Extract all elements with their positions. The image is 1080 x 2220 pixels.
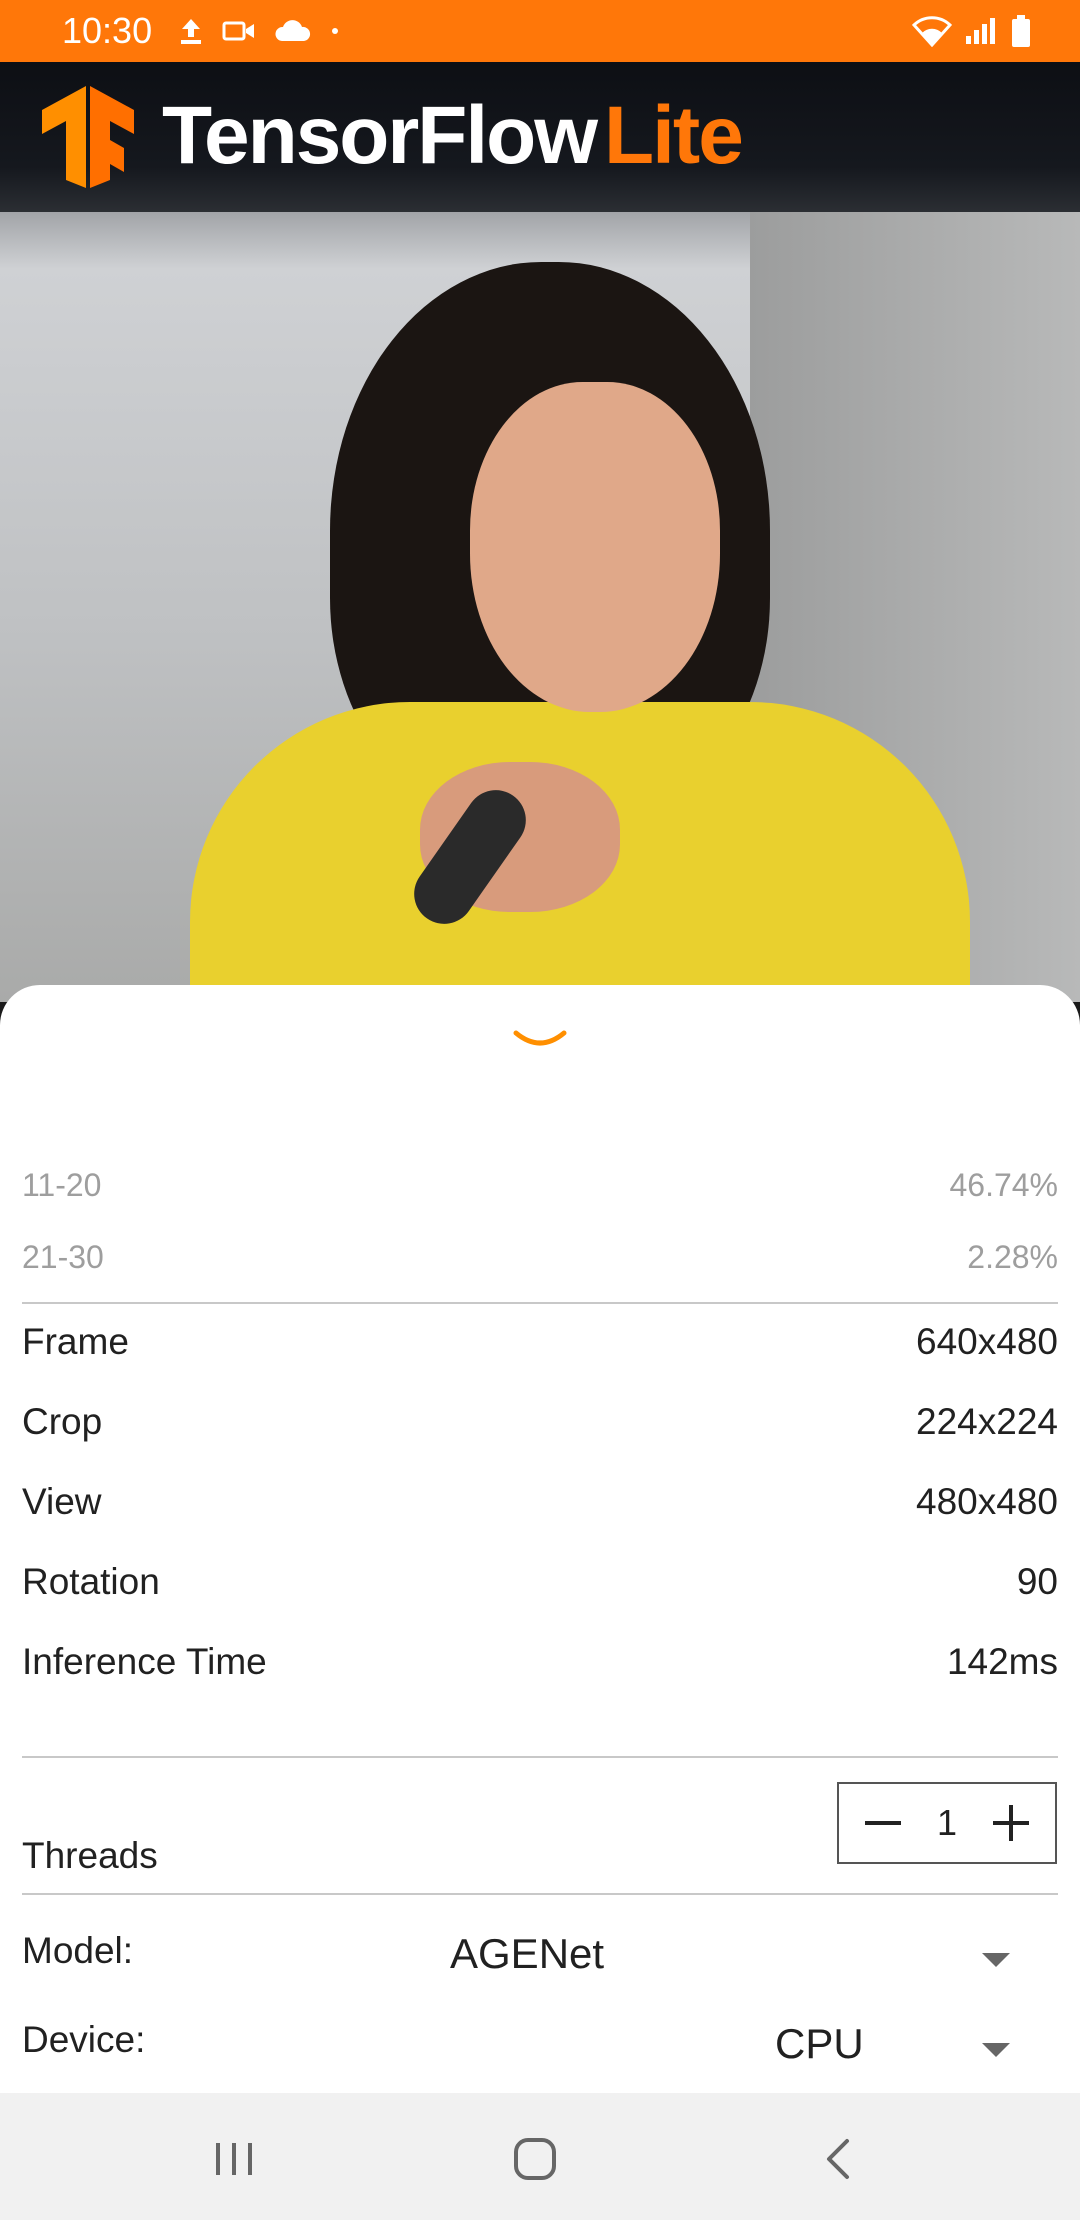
dot-icon: [332, 28, 339, 34]
app-logo: TensorFlow Lite: [40, 84, 744, 188]
model-label: Model:: [22, 1930, 134, 1971]
model-dropdown[interactable]: AGENet: [420, 1915, 1040, 1995]
bottom-sheet: 11-20 46.74% 21-30 2.28% Frame 640x480 C…: [0, 985, 1080, 2093]
minus-icon: [865, 1821, 901, 1825]
status-time: 10:30: [62, 10, 153, 51]
device-label: Device:: [22, 2019, 146, 2060]
crop-value: 224x224: [916, 1401, 1058, 1442]
cloud-icon: [275, 20, 311, 41]
threads-stepper: 1: [837, 1782, 1057, 1864]
divider: [22, 1893, 1058, 1895]
result-label: 11-20: [22, 1167, 102, 1203]
view-value: 480x480: [916, 1481, 1058, 1522]
recent-apps-button[interactable]: [204, 2129, 264, 2189]
frame-row: Frame 640x480: [22, 1321, 1058, 1363]
rotation-label: Rotation: [22, 1561, 160, 1602]
rotation-row: Rotation 90: [22, 1561, 1058, 1603]
threads-label: Threads: [22, 1835, 158, 1876]
result-value: 2.28%: [967, 1239, 1058, 1275]
brand-tensorflow: TensorFlow: [162, 90, 598, 181]
device-dropdown-arrow-icon: [982, 2043, 1010, 2057]
status-bar: 10:30: [0, 0, 1080, 62]
result-row: 21-30 2.28%: [22, 1239, 1058, 1276]
device-dropdown[interactable]: CPU: [720, 2005, 1040, 2085]
brand-lite: Lite: [604, 90, 744, 181]
inference-time-row: Inference Time 142ms: [22, 1641, 1058, 1683]
result-row: 11-20 46.74%: [22, 1167, 1058, 1204]
plus-icon: [993, 1805, 1029, 1841]
inference-time-value: 142ms: [946, 1641, 1058, 1682]
result-label: 21-30: [22, 1239, 104, 1275]
back-button[interactable]: [808, 2129, 868, 2189]
frame-label: Frame: [22, 1321, 129, 1362]
crop-row: Crop 224x224: [22, 1401, 1058, 1443]
wifi-icon: [912, 16, 952, 47]
back-icon: [827, 2139, 849, 2179]
camera-preview: [0, 62, 1080, 1002]
video-call-icon: [222, 21, 255, 41]
recent-apps-icon: [216, 2143, 252, 2175]
tensorflow-logo-icon: [42, 86, 134, 188]
home-icon: [514, 2138, 556, 2180]
signal-icon: [966, 18, 995, 44]
threads-increment-button[interactable]: [987, 1799, 1035, 1847]
result-value: 46.74%: [949, 1167, 1058, 1203]
model-selected-value: AGENet: [450, 1930, 605, 1977]
person-face: [470, 382, 720, 712]
home-button[interactable]: [505, 2129, 565, 2189]
view-label: View: [22, 1481, 102, 1522]
threads-value: 1: [936, 1802, 958, 1843]
crop-label: Crop: [22, 1401, 103, 1442]
divider: [22, 1302, 1058, 1304]
divider: [22, 1756, 1058, 1758]
view-row: View 480x480: [22, 1481, 1058, 1523]
upload-icon: [181, 19, 202, 44]
inference-time-label: Inference Time: [22, 1641, 267, 1682]
model-dropdown-arrow-icon: [982, 1953, 1010, 1967]
threads-decrement-button[interactable]: [859, 1799, 907, 1847]
battery-icon: [1012, 15, 1030, 47]
rotation-value: 90: [1016, 1561, 1058, 1602]
device-selected-value: CPU: [775, 2020, 864, 2067]
chevron-down-icon[interactable]: [510, 1025, 570, 1055]
frame-value: 640x480: [916, 1321, 1058, 1362]
navigation-bar: [0, 2093, 1080, 2220]
